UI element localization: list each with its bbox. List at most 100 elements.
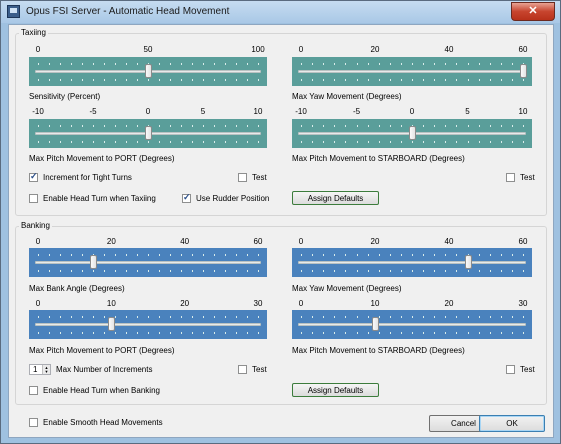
slider-tick: [523, 125, 524, 127]
slider-tick: [203, 316, 204, 318]
slider-tick: [312, 141, 314, 143]
slider-tick: [49, 254, 50, 256]
taxi-yaw-scale: 0 20 40 60: [292, 45, 532, 55]
sensitivity-slider[interactable]: [29, 57, 267, 86]
smooth-head-movements-checkbox[interactable]: [29, 418, 38, 427]
taxi-yaw-slider[interactable]: [292, 57, 532, 86]
slider-tick: [236, 79, 237, 81]
max-increments-spinner[interactable]: 1 ▲ ▼: [29, 364, 51, 375]
slider-tick: [137, 332, 138, 334]
enable-head-turn-taxiing-checkbox[interactable]: [29, 194, 38, 203]
taxi-test-left-checkbox[interactable]: [238, 173, 247, 182]
slider-tick: [356, 141, 358, 143]
slider-tick: [258, 316, 259, 318]
slider-thumb[interactable]: [108, 317, 116, 331]
slider-tick: [159, 270, 160, 272]
scale-label: 20: [180, 299, 190, 308]
scale-label: 10: [370, 299, 380, 308]
slider-tick: [312, 254, 314, 256]
slider-tick: [60, 63, 61, 65]
use-rudder-position-checkbox[interactable]: [182, 192, 191, 203]
slider-tick: [137, 141, 138, 143]
spinner-down-icon[interactable]: ▼: [42, 369, 50, 374]
slider-tick: [214, 63, 215, 65]
slider-tick: [38, 270, 39, 272]
slider-track[interactable]: [298, 261, 526, 264]
bank-pitch-port-slider[interactable]: [29, 310, 267, 339]
slider-thumb[interactable]: [409, 126, 416, 140]
slider-tick: [456, 254, 458, 256]
slider-tick: [115, 141, 116, 143]
slider-tick: [126, 332, 127, 334]
slider-track[interactable]: [298, 70, 526, 73]
slider-tick: [423, 270, 425, 272]
slider-tick: [467, 141, 469, 143]
enable-head-turn-banking-checkbox[interactable]: [29, 386, 38, 395]
slider-thumb[interactable]: [145, 64, 152, 78]
slider-tick: [389, 79, 391, 81]
scale-label: 20: [370, 237, 380, 246]
scale-label: 0: [298, 299, 304, 308]
slider-tick: [236, 141, 237, 143]
slider-tick: [38, 316, 39, 318]
bank-test-left-checkbox[interactable]: [238, 365, 247, 374]
title-bar[interactable]: Opus FSI Server - Automatic Head Movemen…: [1, 1, 560, 23]
bank-pitch-starboard-slider[interactable]: [292, 310, 532, 339]
slider-tick: [400, 254, 402, 256]
slider-tick: [115, 270, 116, 272]
slider-tick: [181, 316, 182, 318]
taxi-pitch-port-slider[interactable]: [29, 119, 267, 148]
slider-tick: [49, 79, 50, 81]
enable-head-turn-taxiing-label: Enable Head Turn when Taxiing: [43, 194, 156, 203]
dialog-body: Taxiing 0 50 100 Sensitivity (Percent) 0 20…: [8, 24, 554, 438]
slider-tick: [82, 125, 83, 127]
slider-tick: [323, 254, 325, 256]
slider-thumb[interactable]: [145, 126, 152, 140]
bank-yaw-slider[interactable]: [292, 248, 532, 277]
slider-tick: [500, 63, 502, 65]
slider-tick: [445, 63, 447, 65]
slider-tick: [82, 63, 83, 65]
slider-tick: [71, 141, 72, 143]
bank-assign-defaults-button[interactable]: Assign Defaults: [292, 383, 379, 397]
slider-thumb[interactable]: [372, 317, 379, 331]
slider-tick: [214, 316, 215, 318]
bank-angle-slider[interactable]: [29, 248, 267, 277]
scale-label: 10: [253, 107, 263, 116]
slider-tick: [93, 125, 94, 127]
scale-label: 30: [518, 299, 528, 308]
taxi-test-right-label: Test: [520, 173, 535, 182]
slider-thumb[interactable]: [520, 64, 527, 78]
close-button[interactable]: ✕: [511, 2, 555, 21]
slider-tick: [82, 332, 83, 334]
slider-tick: [478, 125, 480, 127]
increment-tight-turns-checkbox[interactable]: [29, 171, 38, 182]
slider-track[interactable]: [298, 323, 526, 326]
slider-tick: [434, 270, 436, 272]
slider-tick: [445, 79, 447, 81]
slider-track[interactable]: [35, 323, 261, 326]
slider-tick: [93, 63, 94, 65]
scale-label: 0: [145, 107, 151, 116]
bank-test-right-checkbox[interactable]: [506, 365, 515, 374]
slider-thumb[interactable]: [90, 255, 97, 269]
slider-tick: [148, 316, 149, 318]
taxi-assign-defaults-button[interactable]: Assign Defaults: [292, 191, 379, 205]
ok-button[interactable]: OK: [479, 415, 545, 432]
slider-tick: [203, 79, 204, 81]
slider-tick: [49, 332, 50, 334]
slider-tick: [434, 316, 436, 318]
taxi-pitch-starboard-slider[interactable]: [292, 119, 532, 148]
slider-tick: [159, 316, 160, 318]
slider-tick: [49, 270, 50, 272]
slider-tick: [60, 79, 61, 81]
slider-tick: [423, 125, 425, 127]
taxi-test-right-checkbox[interactable]: [506, 173, 515, 182]
slider-tick: [71, 332, 72, 334]
slider-track[interactable]: [35, 261, 261, 264]
slider-tick: [104, 254, 105, 256]
slider-tick: [115, 125, 116, 127]
slider-thumb[interactable]: [464, 255, 472, 269]
scale-label: 60: [253, 237, 263, 246]
slider-tick: [148, 254, 149, 256]
